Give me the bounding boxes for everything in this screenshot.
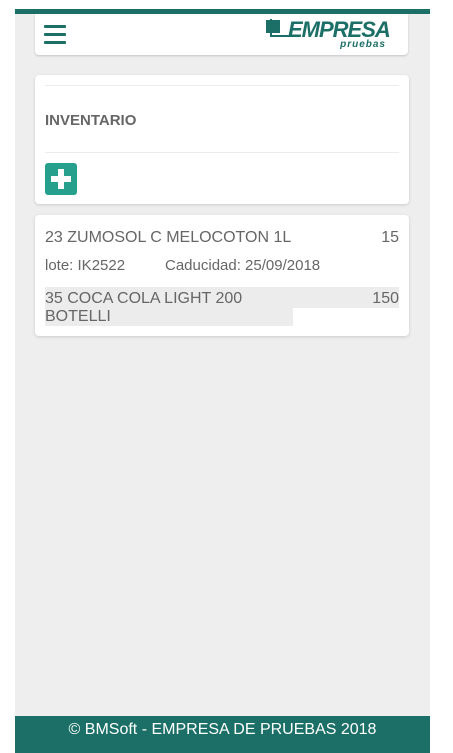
app-container: EMPRESA pruebas INVENTARIO 23 ZUMOSOL C …	[15, 9, 430, 753]
inventory-card: INVENTARIO	[35, 75, 409, 204]
page-title: INVENTARIO	[45, 112, 137, 129]
list-item[interactable]: 23 ZUMOSOL C MELOCOTON 1L 15	[45, 229, 399, 249]
item-quantity: 150	[372, 290, 399, 307]
logo-subtext: pruebas	[340, 39, 386, 50]
item-name: 35 COCA COLA LIGHT 200 BOTELLI	[45, 290, 243, 325]
divider	[45, 152, 399, 153]
divider	[45, 85, 399, 86]
inventory-list: 23 ZUMOSOL C MELOCOTON 1L 15 lote: IK252…	[35, 215, 409, 336]
add-button[interactable]	[45, 163, 77, 195]
item-lote: lote: IK2522	[45, 257, 126, 274]
menu-icon[interactable]	[44, 25, 66, 45]
item-caducidad: Caducidad: 25/09/2018	[165, 257, 321, 274]
company-logo: EMPRESA pruebas	[266, 17, 391, 50]
app-header: EMPRESA pruebas	[35, 14, 408, 55]
item-name: 23 ZUMOSOL C MELOCOTON 1L	[45, 229, 292, 246]
plus-icon-vertical	[58, 169, 64, 189]
item-quantity: 15	[381, 229, 399, 246]
footer: © BMSoft - EMPRESA DE PRUEBAS 2018	[15, 716, 430, 753]
